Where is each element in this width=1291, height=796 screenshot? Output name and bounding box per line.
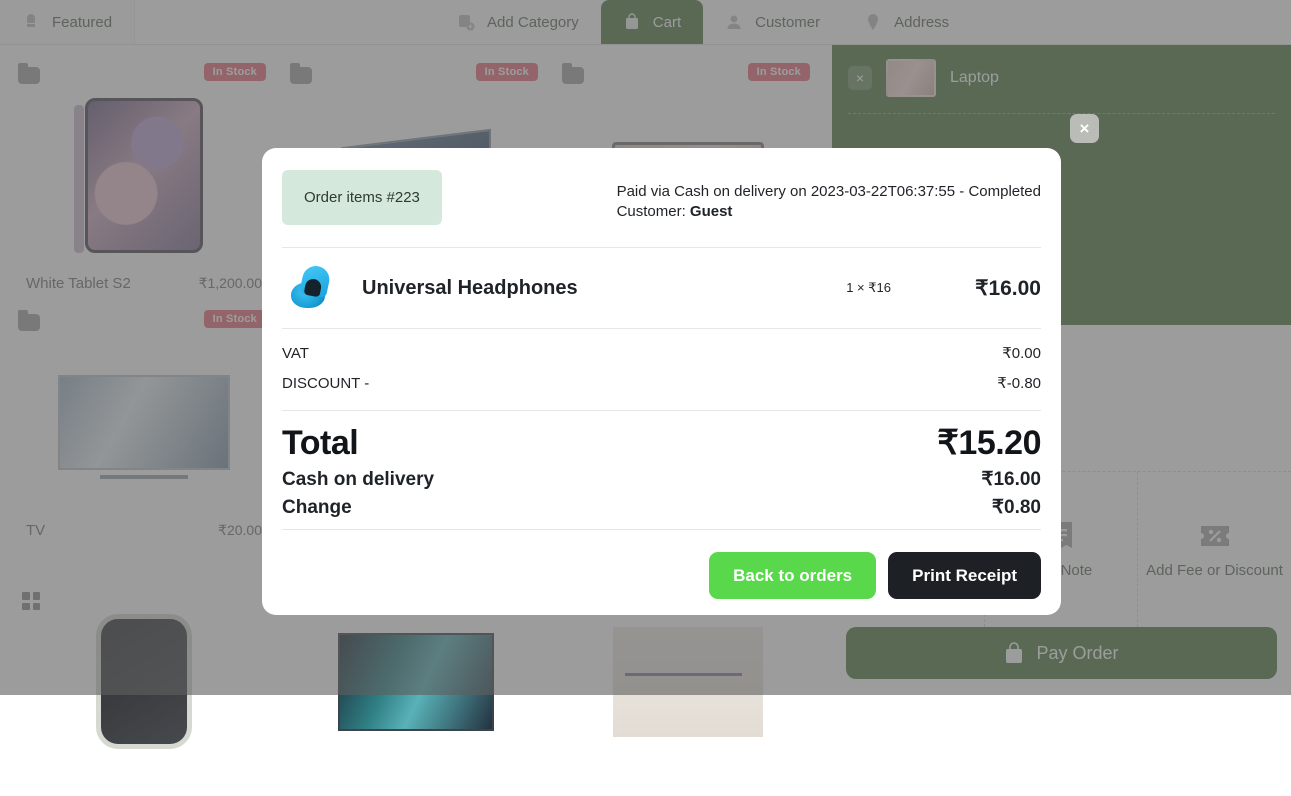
customer-label: Customer: [617, 203, 686, 220]
total-label: Total [282, 424, 358, 463]
receipt-fees: VAT ₹0.00 DISCOUNT - ₹-0.80 [282, 329, 1041, 410]
receipt-item-qty-price: 1 × ₹16 [846, 280, 931, 296]
receipt-footer: Back to orders Print Receipt [282, 530, 1041, 599]
fee-value: ₹-0.80 [997, 374, 1041, 392]
payment-label: Cash on delivery [282, 469, 434, 491]
receipt-item-name: Universal Headphones [362, 277, 578, 300]
payment-value: ₹16.00 [981, 468, 1041, 491]
fee-label: VAT [282, 345, 309, 362]
receipt-totals: Total ₹15.20 Cash on delivery ₹16.00 Cha… [282, 411, 1041, 529]
paid-via-line: Paid via Cash on delivery on 2023-03-22T… [617, 182, 1041, 202]
customer-line: Customer: Guest [617, 202, 1041, 222]
order-receipt-modal: Order items #223 Paid via Cash on delive… [262, 148, 1061, 615]
fee-value: ₹0.00 [1002, 344, 1041, 362]
receipt-item-line-total: ₹16.00 [931, 276, 1041, 301]
receipt-meta: Paid via Cash on delivery on 2023-03-22T… [617, 170, 1041, 223]
change-row: Change ₹0.80 [282, 496, 1041, 519]
customer-value: Guest [690, 203, 733, 220]
close-icon[interactable]: × [1070, 114, 1099, 143]
receipt-header: Order items #223 Paid via Cash on delive… [282, 170, 1041, 247]
fee-row: DISCOUNT - ₹-0.80 [282, 368, 1041, 398]
change-label: Change [282, 497, 352, 519]
back-to-orders-button[interactable]: Back to orders [709, 552, 876, 599]
print-receipt-button[interactable]: Print Receipt [888, 552, 1041, 599]
receipt-line-item: Universal Headphones 1 × ₹16 ₹16.00 [282, 248, 1041, 328]
order-items-badge: Order items #223 [282, 170, 442, 225]
fee-label: DISCOUNT - [282, 375, 369, 392]
headphones-case-icon [284, 262, 338, 314]
change-value: ₹0.80 [992, 496, 1041, 519]
fee-row: VAT ₹0.00 [282, 338, 1041, 368]
total-row: Total ₹15.20 [282, 423, 1041, 463]
total-value: ₹15.20 [937, 423, 1041, 463]
payment-row: Cash on delivery ₹16.00 [282, 468, 1041, 491]
